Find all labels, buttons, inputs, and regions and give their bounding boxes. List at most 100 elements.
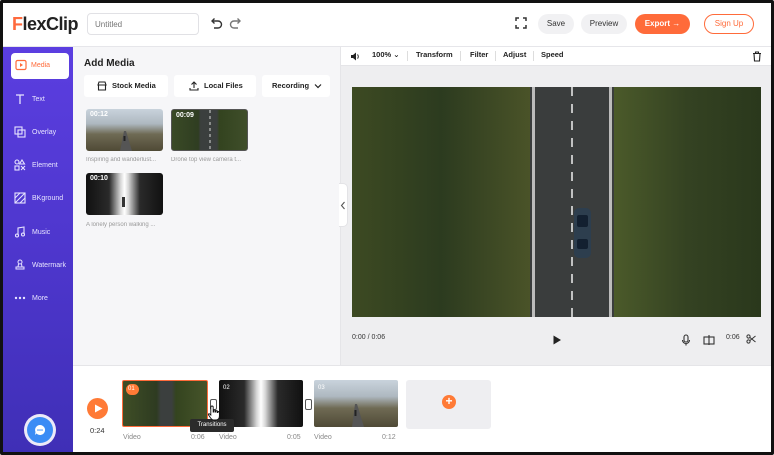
local-files-button[interactable]: Local Files [174, 75, 256, 97]
watermark-icon [15, 259, 25, 270]
save-button[interactable]: Save [538, 14, 574, 34]
recording-label: Recording [272, 81, 310, 90]
sidebar-item-background[interactable]: BKground [3, 186, 73, 212]
transform-button[interactable]: Transform [416, 50, 453, 59]
clip-duration: 0:06 [191, 434, 205, 441]
logo-letter: F [12, 14, 23, 34]
clip-label: Video [219, 434, 237, 441]
sidebar-item-label: Watermark [32, 262, 66, 269]
sidebar-item-label: Media [31, 62, 51, 69]
road-scene-image [352, 404, 364, 427]
chat-icon [35, 424, 46, 435]
clip-label: Video [314, 434, 332, 441]
plus-icon: + [442, 395, 456, 409]
export-label: Export [644, 19, 671, 28]
sidebar-item-watermark[interactable]: Watermark [3, 253, 73, 279]
divider [533, 51, 534, 61]
more-icon [14, 296, 26, 300]
overlay-icon [14, 126, 26, 138]
speed-button[interactable]: Speed [541, 50, 564, 59]
sidebar-item-text[interactable]: Text [3, 87, 73, 113]
sidebar-item-label: BKground [32, 195, 64, 202]
stock-media-button[interactable]: Stock Media [84, 75, 168, 97]
export-button[interactable]: Export → [635, 14, 690, 34]
add-clip-button[interactable]: + [406, 380, 491, 429]
sidebar-item-label: Overlay [32, 129, 57, 136]
adjust-button[interactable]: Adjust [503, 50, 526, 59]
preview-toolbar: 100% ⌄ Transform Filter Adjust Speed [341, 47, 771, 66]
logo-text: lexClip [22, 14, 79, 34]
timeline-total-time: 0:24 [90, 426, 105, 435]
transition-button[interactable] [305, 399, 312, 410]
signup-button[interactable]: Sign Up [704, 14, 754, 34]
current-time: 0:00 / 0:06 [352, 334, 386, 341]
play-icon[interactable] [551, 334, 563, 346]
sidebar-item-label: Music [32, 229, 51, 236]
recording-dropdown[interactable]: Recording [262, 75, 330, 97]
chevron-down-icon [314, 84, 322, 89]
timeline-play-button[interactable] [87, 398, 108, 419]
zoom-value: 100% [372, 50, 392, 59]
microphone-icon[interactable] [681, 334, 691, 346]
undo-icon[interactable] [209, 16, 223, 30]
zoom-dropdown[interactable]: 100% ⌄ [372, 50, 400, 59]
sidebar-item-music[interactable]: Music [3, 220, 73, 246]
media-caption: A lonely person walking ... [86, 222, 156, 228]
divider [495, 51, 496, 61]
scissors-icon[interactable] [746, 334, 756, 344]
fullscreen-icon[interactable] [515, 17, 527, 29]
trash-icon[interactable] [752, 51, 762, 62]
redo-icon[interactable] [229, 16, 243, 30]
media-icon [15, 59, 27, 71]
sidebar-item-label: Text [32, 96, 45, 103]
clip-number: 03 [318, 385, 325, 391]
music-icon [14, 226, 26, 238]
clip-duration: 0:05 [287, 434, 301, 441]
background-icon [14, 192, 26, 204]
media-duration: 00:10 [90, 175, 108, 182]
element-icon [14, 159, 26, 171]
split-icon[interactable] [703, 334, 715, 346]
media-caption: Drone top view camera t... [171, 157, 242, 163]
app-window: FlexClip Save Preview Export → Sign Up M… [0, 0, 774, 455]
preview-button[interactable]: Preview [581, 14, 627, 34]
clip-duration: 0:12 [382, 434, 396, 441]
media-duration: 00:12 [90, 111, 108, 118]
project-title-input[interactable] [87, 13, 199, 35]
clip-duration: 0:06 [726, 334, 740, 341]
flexclip-logo[interactable]: FlexClip [12, 14, 79, 35]
arrow-right-icon: → [672, 19, 681, 28]
clip-number: 01 [128, 386, 135, 392]
media-caption: Inspiring and wanderlust... [86, 157, 157, 163]
clip-label: Video [123, 434, 141, 441]
chevron-down-icon: ⌄ [393, 50, 400, 59]
media-thumbnail[interactable]: 00:12 [86, 109, 163, 151]
volume-icon[interactable] [350, 51, 361, 62]
divider [407, 51, 408, 61]
upload-icon [189, 81, 199, 91]
chat-support-button[interactable] [27, 417, 53, 443]
local-files-label: Local Files [204, 81, 243, 90]
divider [460, 51, 461, 61]
sidebar: Media Text Overlay Element BKground Musi… [3, 47, 73, 452]
video-preview[interactable] [352, 87, 761, 317]
media-thumbnail[interactable]: 00:10 [86, 173, 163, 215]
aerial-road-frame [352, 87, 761, 317]
timeline-clip[interactable]: 03 [314, 380, 398, 427]
collapse-panel-handle[interactable] [339, 183, 348, 227]
media-duration: 00:09 [176, 112, 194, 119]
panel-title: Add Media [84, 58, 135, 69]
media-thumbnail[interactable]: 00:09 [171, 109, 248, 151]
text-icon [16, 94, 24, 104]
store-icon [97, 81, 107, 91]
sidebar-item-media[interactable]: Media [11, 53, 69, 79]
stock-media-label: Stock Media [112, 81, 156, 90]
sidebar-item-element[interactable]: Element [3, 153, 73, 179]
filter-button[interactable]: Filter [470, 50, 488, 59]
hand-cursor-icon [207, 405, 220, 421]
sidebar-item-label: Element [32, 162, 58, 169]
playback-controls: 0:00 / 0:06 0:06 [341, 323, 771, 365]
chevron-left-icon [340, 201, 345, 210]
sidebar-item-more[interactable]: More [3, 286, 73, 312]
sidebar-item-overlay[interactable]: Overlay [3, 120, 73, 146]
